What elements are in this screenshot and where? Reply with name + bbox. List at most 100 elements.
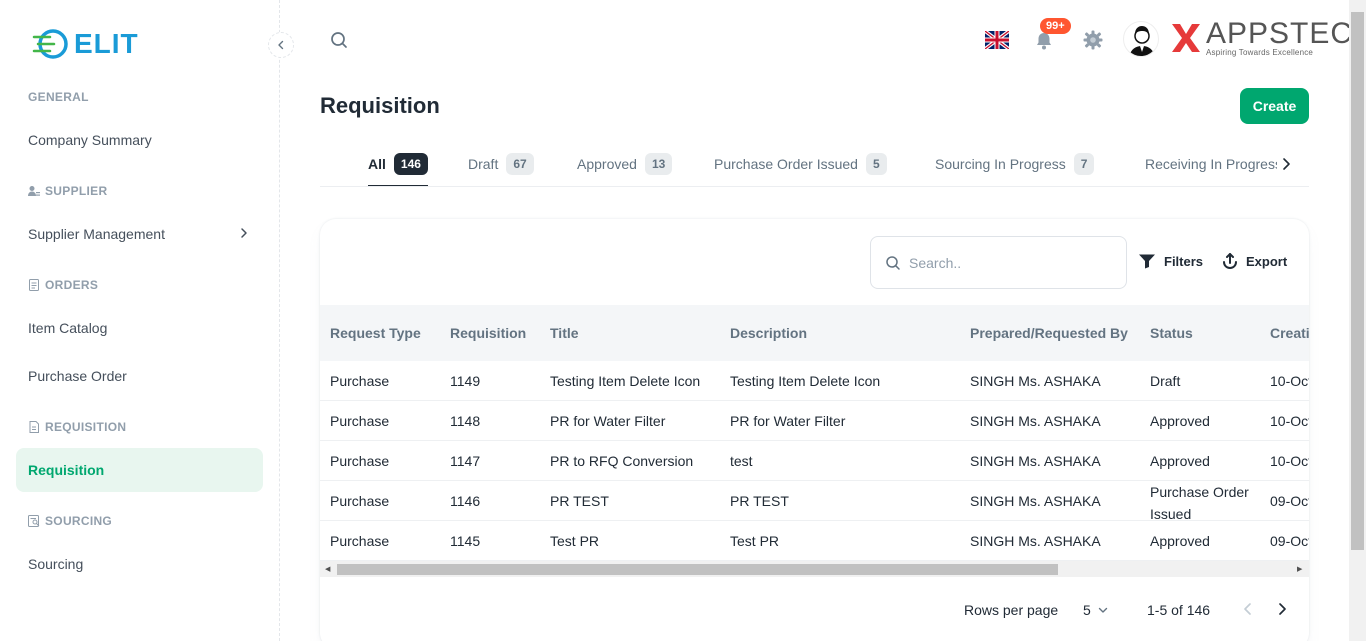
column-header-requisition[interactable]: Requisition <box>450 325 526 341</box>
user-avatar[interactable] <box>1123 21 1159 57</box>
section-label: SUPPLIER <box>45 184 108 198</box>
table-horizontal-scrollbar[interactable]: ◀ ▶ <box>320 561 1309 577</box>
sidebar-item-purchase-order[interactable]: Purchase Order <box>16 354 263 398</box>
active-tab-indicator <box>368 185 428 186</box>
cell-creation-date: 09-Oct <box>1270 533 1309 549</box>
search-icon <box>331 32 347 48</box>
cell-description: Test PR <box>730 533 780 549</box>
column-header-title[interactable]: Title <box>550 325 579 341</box>
cell-title: Testing Item Delete Icon <box>550 373 701 389</box>
sidebar-item-label: Supplier Management <box>28 226 165 242</box>
create-button[interactable]: Create <box>1240 88 1309 124</box>
cell-request-type: Purchase <box>330 533 390 549</box>
table-row[interactable]: Purchase 1148 PR for Water Filter PR for… <box>320 401 1309 441</box>
column-header-status[interactable]: Status <box>1150 325 1193 341</box>
column-header-description[interactable]: Description <box>730 325 807 341</box>
tab-purchase-order-issued[interactable]: Purchase Order Issued 5 <box>714 152 887 176</box>
sidebar-item-label: Sourcing <box>28 556 84 572</box>
sidebar-item-item-catalog[interactable]: Item Catalog <box>16 306 263 350</box>
export-button[interactable]: Export <box>1222 253 1287 269</box>
cell-status: Draft <box>1150 373 1181 389</box>
sidebar-item-requisition[interactable]: Requisition <box>16 448 263 492</box>
sidebar-item-label: Company Summary <box>28 132 152 148</box>
tab-all[interactable]: All 146 <box>368 152 428 176</box>
cell-description: Testing Item Delete Icon <box>730 373 881 389</box>
tab-approved[interactable]: Approved 13 <box>577 152 673 176</box>
page-vertical-scrollbar[interactable] <box>1349 0 1366 641</box>
column-header-request-type[interactable]: Request Type <box>330 325 421 341</box>
tab-label: Purchase Order Issued <box>714 156 858 172</box>
sidebar-item-company-summary[interactable]: Company Summary <box>16 118 263 162</box>
section-label: GENERAL <box>28 90 89 104</box>
cell-request-type: Purchase <box>330 413 390 429</box>
elit-logo[interactable]: ELIT <box>32 26 139 62</box>
export-icon <box>1223 253 1237 269</box>
tab-count-badge: 13 <box>644 153 673 175</box>
cell-title: PR for Water Filter <box>550 413 666 429</box>
rows-per-page-value: 5 <box>1083 602 1091 618</box>
cell-prepared-by: SINGH Ms. ASHAKA <box>970 453 1101 469</box>
tab-receiving-in-progress[interactable]: Receiving In Progress <box>1145 152 1282 176</box>
company-logo: APPSTEC Aspiring Towards Excellence <box>1170 18 1353 57</box>
scroll-right-arrow-icon[interactable]: ▶ <box>1297 565 1302 573</box>
pagination-range: 1-5 of 146 <box>1147 602 1211 618</box>
cell-request-type: Purchase <box>330 493 390 509</box>
sidebar-item-sourcing[interactable]: Sourcing <box>16 542 263 586</box>
table-row[interactable]: Purchase 1146 PR TEST PR TEST SINGH Ms. … <box>320 481 1309 522</box>
filters-label: Filters <box>1164 253 1204 269</box>
collapse-sidebar-button[interactable] <box>268 32 294 58</box>
settings-button[interactable] <box>1082 29 1104 56</box>
table-search-input[interactable]: Search.. <box>870 236 1127 289</box>
chevron-right-icon <box>241 228 247 238</box>
rows-per-page-select[interactable]: 5 <box>1083 602 1109 618</box>
status-tabs: All 146 Draft 67 Approved 13 Purchase Or… <box>320 140 1309 187</box>
notifications-button[interactable] <box>1033 30 1055 57</box>
search-placeholder: Search.. <box>909 254 962 271</box>
column-header-creation-date[interactable]: Creation Date <box>1270 325 1309 341</box>
cell-request-type: Purchase <box>330 453 390 469</box>
cell-title: Test PR <box>550 533 600 549</box>
tab-count-badge: 7 <box>1073 153 1095 175</box>
cell-description: PR TEST <box>730 493 789 509</box>
filters-button[interactable]: Filters <box>1138 253 1203 269</box>
tab-label: Approved <box>577 156 637 172</box>
column-header-prepared-by[interactable]: Prepared/Requested By <box>970 325 1128 341</box>
chevron-down-icon <box>1098 607 1107 613</box>
tab-draft[interactable]: Draft 67 <box>468 152 534 176</box>
sidebar-item-label: Requisition <box>28 462 105 478</box>
scroll-left-arrow-icon[interactable]: ◀ <box>325 565 330 573</box>
cell-requisition: 1147 <box>450 453 481 469</box>
cell-status: Approved <box>1150 413 1210 429</box>
scrollbar-thumb[interactable] <box>337 564 1058 575</box>
cell-creation-date: 09-Oct <box>1270 493 1309 509</box>
global-search-button[interactable] <box>329 30 349 55</box>
section-supplier: SUPPLIER <box>28 184 107 198</box>
appstec-logo-icon <box>1172 24 1200 52</box>
scrollbar-thumb[interactable] <box>1351 12 1364 550</box>
cell-status: Approved <box>1150 453 1210 469</box>
gear-icon <box>1083 30 1103 50</box>
cell-description: test <box>730 453 753 469</box>
chevron-right-icon <box>1283 158 1290 170</box>
tab-count-badge: 67 <box>506 153 534 175</box>
table-row[interactable]: Purchase 1147 PR to RFQ Conversion test … <box>320 441 1309 481</box>
tabs-scroll-right-button[interactable] <box>1277 155 1295 173</box>
cell-title: PR TEST <box>550 493 609 509</box>
sidebar-item-label: Purchase Order <box>28 368 127 384</box>
section-general: GENERAL <box>28 90 89 104</box>
cell-status: Purchase Order Issued <box>1150 484 1249 522</box>
table-row[interactable]: Purchase 1149 Testing Item Delete Icon T… <box>320 361 1309 401</box>
section-orders: ORDERS <box>28 278 98 292</box>
tab-label: Draft <box>468 156 499 172</box>
next-page-button[interactable] <box>1274 601 1290 620</box>
tab-sourcing-in-progress[interactable]: Sourcing In Progress 7 <box>935 152 1095 176</box>
cell-description: PR for Water Filter <box>730 413 846 429</box>
tab-label: Sourcing In Progress <box>935 156 1066 172</box>
company-tagline: Aspiring Towards Excellence <box>1206 47 1314 57</box>
requisition-icon <box>29 421 39 433</box>
cell-prepared-by: SINGH Ms. ASHAKA <box>970 493 1101 509</box>
sidebar-item-supplier-management[interactable]: Supplier Management <box>16 212 263 256</box>
previous-page-button[interactable] <box>1240 601 1256 620</box>
language-flag-uk-icon[interactable] <box>983 29 1011 51</box>
table-row[interactable]: Purchase 1145 Test PR Test PR SINGH Ms. … <box>320 521 1309 561</box>
